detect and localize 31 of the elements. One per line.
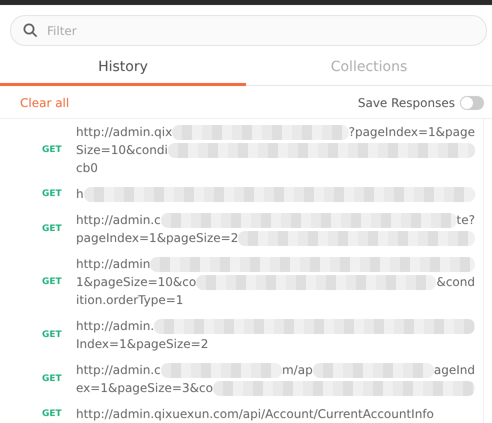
clear-all-link[interactable]: Clear all bbox=[20, 96, 70, 110]
url-text[interactable]: 1&pageSize=10&co bbox=[76, 275, 196, 289]
method-label: GET bbox=[41, 330, 63, 340]
url-text[interactable]: http://admin.qixuexun.com/api/Account/CurrentAccountInfo bbox=[76, 407, 434, 421]
url-text[interactable]: http://admin.c bbox=[76, 363, 161, 377]
search-field[interactable]: Filter bbox=[10, 15, 487, 46]
url-text[interactable]: http://admin.c bbox=[76, 213, 161, 227]
method-label: GET bbox=[41, 409, 63, 419]
url-text[interactable]: Size=10&condi bbox=[76, 143, 168, 157]
method-label: GET bbox=[41, 189, 63, 199]
url-text[interactable]: http://admin. bbox=[76, 319, 154, 333]
url-text[interactable]: ex=1&pageSize=3&co bbox=[76, 381, 213, 395]
toggle-switch[interactable] bbox=[460, 96, 484, 110]
url-text[interactable]: pageIndex=1&pageSize=2 bbox=[76, 231, 238, 245]
url-text[interactable]: ition.orderType=1 bbox=[76, 293, 184, 307]
url-text[interactable]: h bbox=[76, 187, 84, 201]
url-text[interactable]: ageInd bbox=[434, 363, 476, 377]
url-text[interactable]: cb0 bbox=[76, 161, 98, 175]
url-text[interactable]: http://admin.qix bbox=[76, 125, 172, 139]
url-text[interactable]: http://admin bbox=[76, 257, 150, 271]
method-label: GET bbox=[41, 224, 63, 234]
method-label: GET bbox=[41, 145, 63, 155]
tab[interactable]: History bbox=[0, 52, 246, 86]
url-text[interactable]: ?pageIndex=1&page bbox=[348, 125, 475, 139]
url-text[interactable]: Index=1&pageSize=2 bbox=[76, 337, 208, 351]
save-responses-label: Save Responses bbox=[358, 96, 455, 110]
url-text[interactable]: te? bbox=[456, 213, 475, 227]
url-text[interactable]: m/ap bbox=[282, 363, 313, 377]
url-text[interactable]: &cond bbox=[436, 275, 475, 289]
method-label: GET bbox=[41, 277, 63, 287]
method-label: GET bbox=[41, 374, 63, 384]
